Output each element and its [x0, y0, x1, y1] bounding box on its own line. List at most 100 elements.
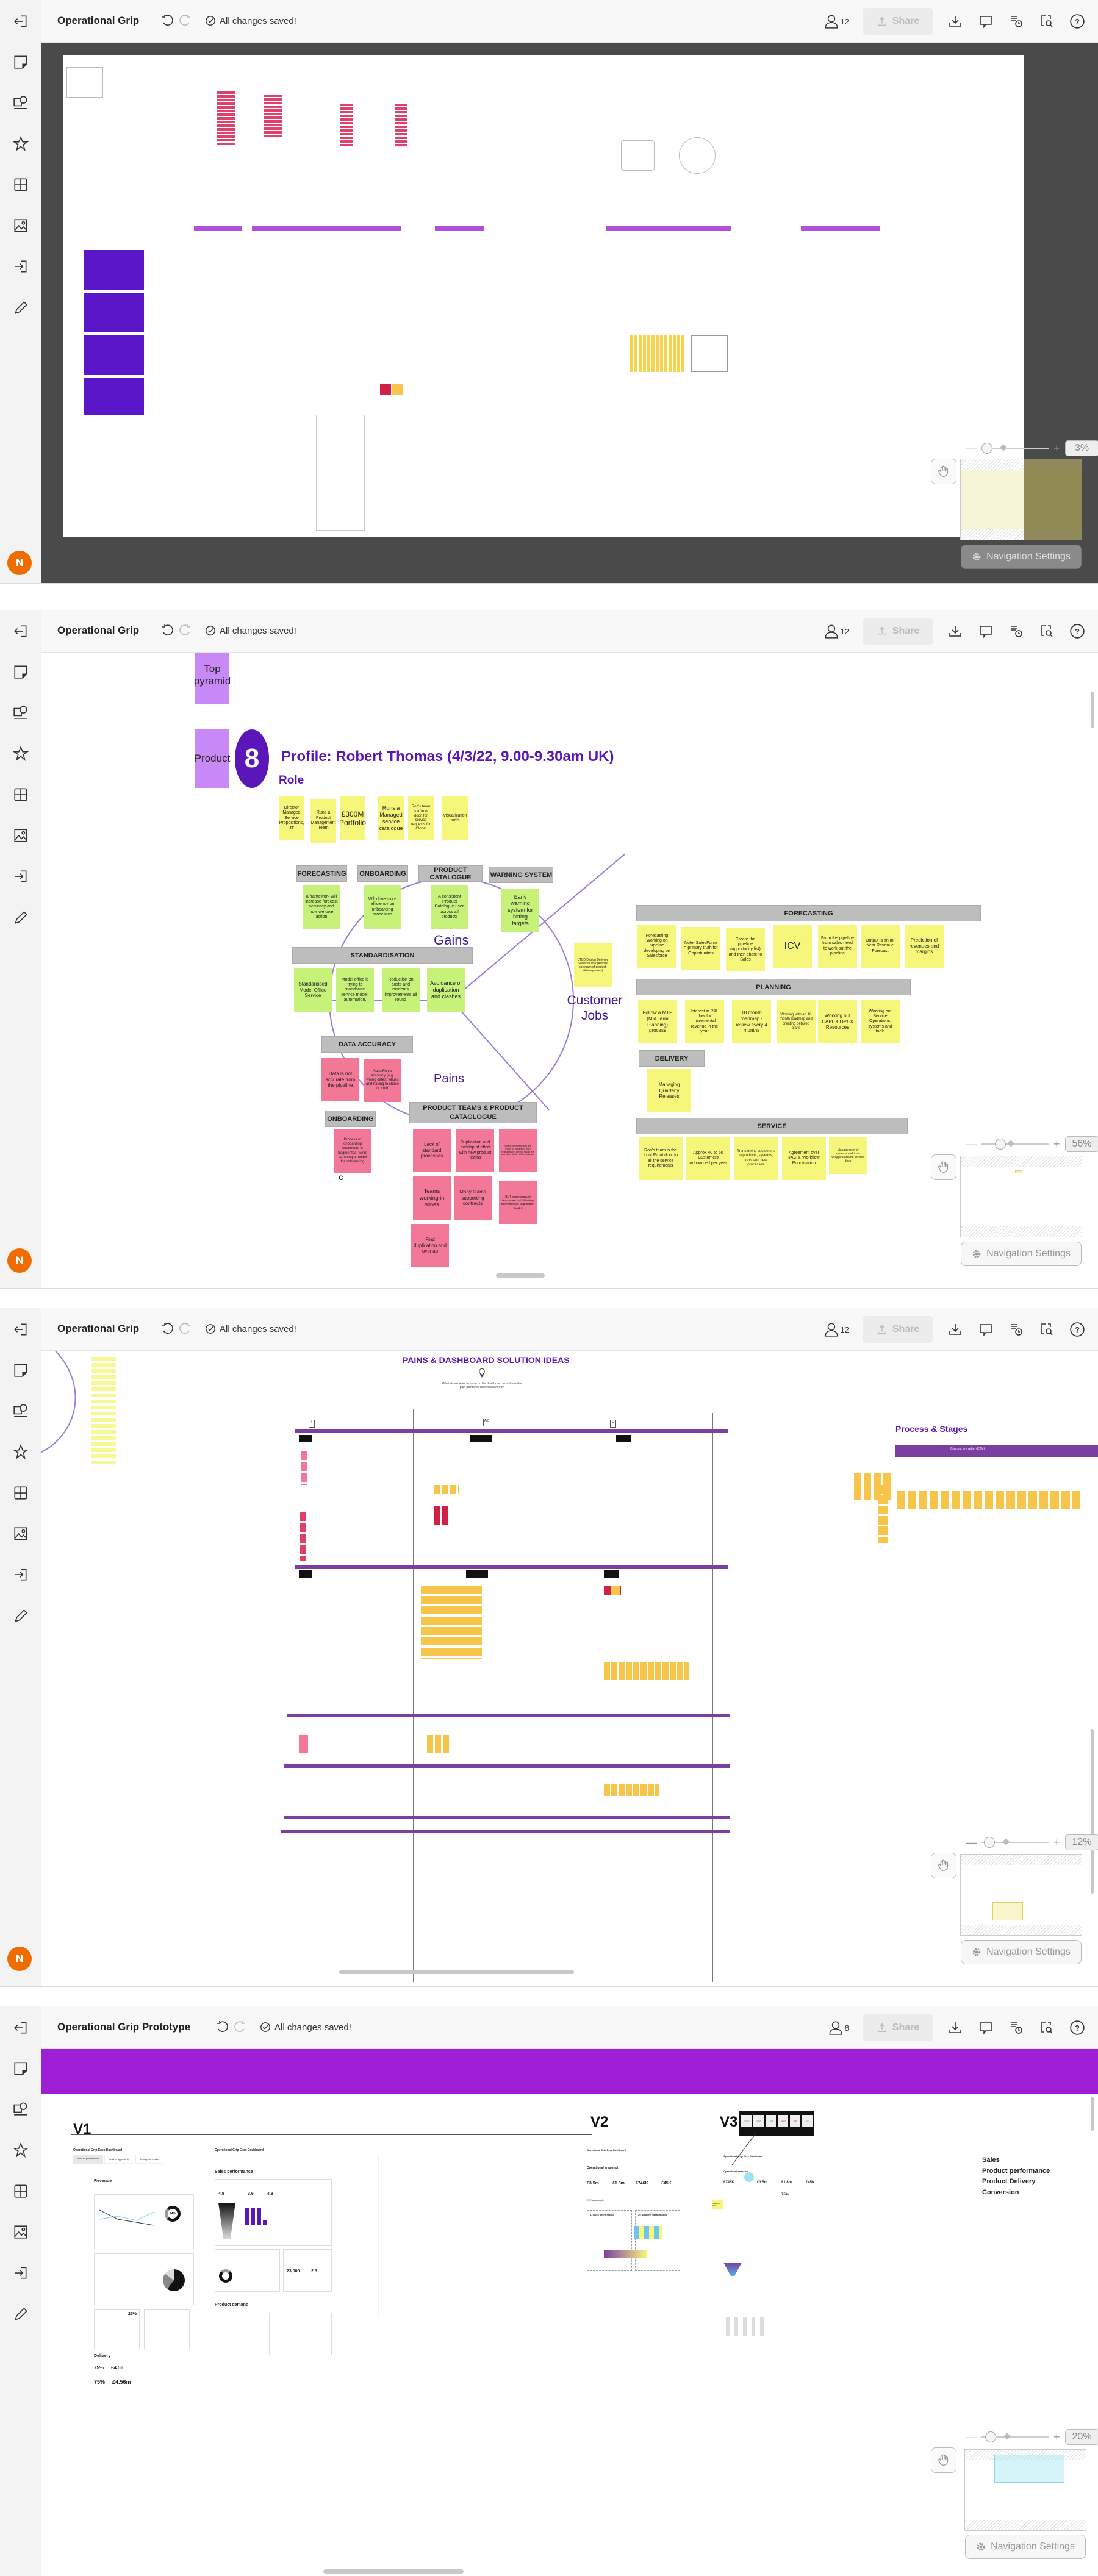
zoom-out-button[interactable]: — [966, 1138, 977, 1151]
share-button[interactable]: Share [863, 618, 933, 645]
shapes-tool[interactable] [11, 703, 30, 722]
share-button[interactable]: Share [863, 8, 933, 35]
horizontal-scrollbar[interactable] [323, 2569, 464, 2574]
image-tool[interactable] [11, 826, 30, 845]
job-note[interactable]: Working out Service Operations, systems … [861, 1000, 900, 1043]
job-note[interactable]: Create the pipeline (opportunity list) a… [726, 928, 765, 971]
collaborators-button[interactable]: 12 [824, 1322, 849, 1337]
redo-icon[interactable] [178, 623, 193, 638]
image-tool[interactable] [11, 1524, 30, 1544]
comments-button[interactable] [977, 2019, 994, 2036]
navigation-settings-button[interactable]: Navigation Settings [965, 2535, 1086, 2559]
exit-board-button[interactable] [11, 12, 30, 31]
zoom-level[interactable]: 12% [1064, 1834, 1098, 1850]
share-button[interactable]: Share [863, 2014, 933, 2041]
pain-note[interactable]: Many teams supporting contracts [454, 1176, 492, 1220]
pain-note[interactable]: Lack of standard processes [413, 1129, 451, 1172]
sticky-note-tool[interactable] [11, 52, 30, 72]
redo-icon[interactable] [233, 2020, 248, 2034]
stamp-tool[interactable] [11, 2141, 30, 2160]
job-note[interactable]: Output is an In-Year Revenue Forecast [861, 925, 900, 968]
job-note[interactable]: Management of systems and tools wrapped … [829, 1137, 867, 1174]
job-note[interactable]: From the pipeline from sales need to wor… [818, 925, 857, 968]
shapes-tool[interactable] [11, 93, 30, 112]
zoom-in-button[interactable]: + [1053, 1138, 1060, 1151]
pain-note[interactable]: Some product teams are trying to build t… [499, 1129, 537, 1172]
horizontal-scrollbar[interactable] [496, 1273, 545, 1278]
v1-tab[interactable]: Concept to market [135, 2155, 164, 2164]
job-note[interactable]: Working with an 18 month roadmap and cre… [777, 1000, 816, 1043]
role-note[interactable]: Runs a Product Management Team [310, 799, 336, 843]
help-button[interactable]: ? [1069, 623, 1086, 640]
exit-board-button[interactable] [11, 621, 30, 641]
undo-icon[interactable] [160, 1322, 174, 1336]
pain-note[interactable]: Data is not accurate from the pipeline [321, 1058, 359, 1101]
jtbd-note[interactable]: JTBD Design Delivery Service Desk (Acros… [574, 943, 612, 987]
tag-top-pyramid[interactable]: Top pyramid [194, 646, 231, 704]
download-button[interactable] [947, 2019, 964, 2036]
sticky-note-tool[interactable] [11, 2059, 30, 2078]
exit-board-button[interactable] [11, 2018, 30, 2038]
undo-icon[interactable] [160, 13, 174, 28]
gain-note[interactable]: Reduction on costs and incidents, improv… [382, 968, 420, 1012]
gain-note[interactable]: Standardised Model Office Service [294, 968, 332, 1012]
search-board-button[interactable] [1038, 1321, 1055, 1338]
job-note[interactable]: Follow a MTP (Mid Term Planning) process [638, 1000, 677, 1043]
download-button[interactable] [947, 13, 964, 30]
table-tool[interactable] [11, 1483, 30, 1503]
gain-note[interactable]: Early warning system for hitting targets [501, 889, 539, 932]
redo-icon[interactable] [178, 1322, 193, 1336]
role-note[interactable]: £300M Portfolio [339, 796, 366, 840]
role-note[interactable]: Visualization tools [442, 796, 468, 840]
import-tool[interactable] [11, 1565, 30, 1584]
job-note[interactable]: ICV [773, 925, 812, 968]
gain-note[interactable]: Will drive more efficiency on onboarding… [364, 886, 401, 929]
pen-tool[interactable] [11, 298, 30, 318]
v3-side-item[interactable]: Product performance [982, 2166, 1050, 2177]
v1-tab[interactable]: Lead to opportunity [104, 2155, 134, 2164]
minimap[interactable] [964, 2449, 1086, 2531]
v3-side-item[interactable]: Product Delivery [982, 2177, 1050, 2188]
pan-hand-button[interactable] [931, 1853, 956, 1878]
history-button[interactable] [1008, 623, 1025, 640]
table-tool[interactable] [11, 175, 30, 195]
job-note[interactable]: Prediction of revenues and margins [905, 925, 944, 968]
help-button[interactable]: ? [1069, 2019, 1086, 2036]
history-button[interactable] [1008, 2019, 1025, 2036]
history-button[interactable] [1008, 1321, 1025, 1338]
zoom-level[interactable]: 56% [1064, 1136, 1098, 1152]
exit-board-button[interactable] [11, 1320, 30, 1339]
search-board-button[interactable] [1038, 2019, 1055, 2036]
job-note[interactable]: Approx 40 to 50 Customers onboarded per … [686, 1137, 730, 1180]
undo-icon[interactable] [215, 2020, 229, 2034]
vertical-scrollbar[interactable] [1091, 1729, 1094, 1894]
undo-icon[interactable] [160, 623, 174, 638]
pan-hand-button[interactable] [931, 2447, 956, 2473]
download-button[interactable] [947, 623, 964, 640]
image-tool[interactable] [11, 2222, 30, 2242]
v3-side-item[interactable]: Conversion [982, 2188, 1050, 2199]
gain-note[interactable]: Model office is trying to standarise ser… [336, 968, 374, 1012]
pain-note[interactable]: Process of onboarding customers is fragm… [334, 1129, 371, 1173]
role-note[interactable]: Director Managed Service Propositions, J… [279, 796, 304, 840]
gain-note[interactable]: a framework will increase forecast accur… [303, 886, 340, 929]
zoom-slider[interactable] [981, 443, 1049, 454]
pain-note[interactable]: BUT some product teams are not following… [499, 1181, 537, 1224]
shapes-tool[interactable] [11, 1401, 30, 1420]
zoom-level[interactable]: 3% [1064, 440, 1098, 456]
redo-icon[interactable] [178, 13, 193, 28]
table-tool[interactable] [11, 785, 30, 804]
share-button[interactable]: Share [863, 1316, 933, 1343]
user-avatar[interactable]: N [7, 1947, 32, 1971]
sticky-note-tool[interactable] [11, 662, 30, 682]
v1-tab[interactable]: Product performance [73, 2155, 104, 2164]
zoom-slider[interactable] [981, 1837, 1049, 1848]
zoom-out-button[interactable]: — [966, 2431, 977, 2444]
minimap[interactable] [960, 1156, 1082, 1237]
job-note[interactable]: Interest in P&L flow for incremental rev… [685, 1000, 724, 1043]
pain-note[interactable]: SalesForce accuracy (e.g. wrong dates, v… [364, 1059, 401, 1102]
zoom-in-button[interactable]: + [1053, 1836, 1060, 1849]
minimap[interactable] [960, 459, 1082, 540]
zoom-slider[interactable] [981, 2431, 1049, 2442]
collaborators-button[interactable]: 12 [824, 623, 849, 639]
